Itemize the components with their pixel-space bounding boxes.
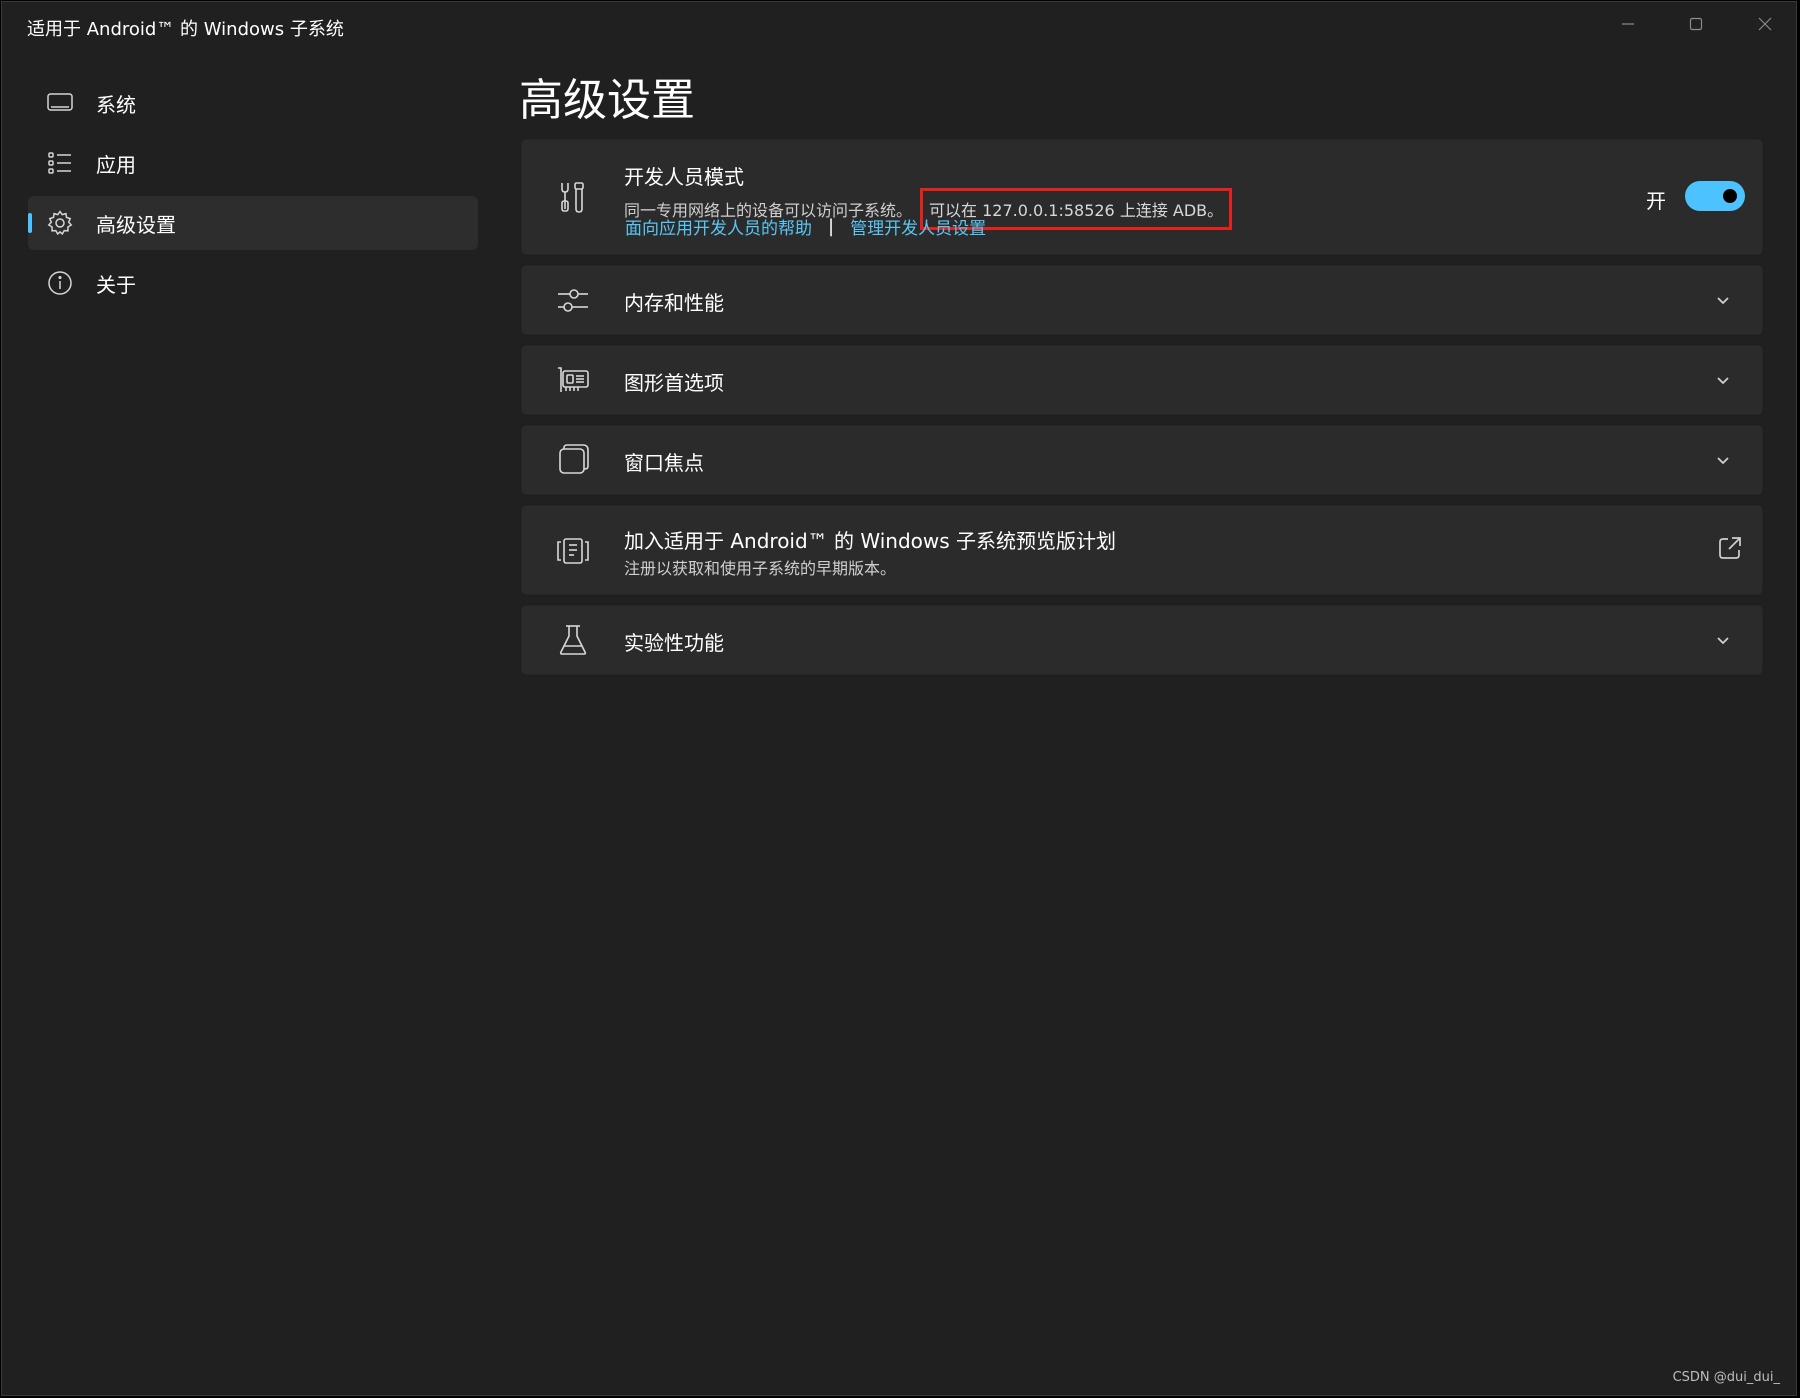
preview-icon (555, 533, 591, 569)
title-bar: 适用于 Android™ 的 Windows 子系统 (2, 2, 1796, 54)
window-focus-title: 窗口焦点 (624, 451, 704, 475)
window-focus-icon (555, 442, 591, 478)
minimize-icon (1620, 16, 1636, 36)
watermark: CSDN @dui_dui_ (1672, 1370, 1780, 1385)
info-icon (45, 268, 75, 298)
monitor-icon (45, 88, 75, 118)
developer-mode-toggle[interactable] (1685, 181, 1745, 211)
page-title: 高级设置 (519, 75, 695, 126)
chevron-down-icon (1713, 291, 1733, 311)
sidebar-item-system[interactable]: 系统 (28, 76, 478, 130)
toggle-state-label: 开 (1646, 189, 1666, 213)
sliders-icon (555, 282, 591, 318)
flask-icon (555, 622, 591, 658)
experimental-features-card[interactable]: 实验性功能 (520, 604, 1764, 676)
sidebar-item-label: 系统 (96, 92, 136, 117)
settings-list: 开发人员模式 同一专用网络上的设备可以访问子系统。 可以在 127.0.0.1:… (520, 138, 1764, 684)
preview-program-title: 加入适用于 Android™ 的 Windows 子系统预览版计划 (624, 529, 1117, 553)
close-icon (1757, 16, 1773, 36)
window-focus-card[interactable]: 窗口焦点 (520, 424, 1764, 496)
memory-performance-card[interactable]: 内存和性能 (520, 264, 1764, 336)
external-link-icon[interactable] (1717, 535, 1743, 561)
graphics-preferences-title: 图形首选项 (624, 371, 724, 395)
sidebar-item-label: 高级设置 (96, 212, 176, 237)
tools-icon (555, 179, 591, 215)
developer-mode-card: 开发人员模式 同一专用网络上的设备可以访问子系统。 可以在 127.0.0.1:… (520, 138, 1764, 256)
sidebar-item-label: 关于 (96, 272, 136, 297)
experimental-features-title: 实验性功能 (624, 631, 724, 655)
sidebar-item-advanced-settings[interactable]: 高级设置 (28, 196, 478, 250)
graphics-preferences-card[interactable]: 图形首选项 (520, 344, 1764, 416)
preview-program-card[interactable]: 加入适用于 Android™ 的 Windows 子系统预览版计划 注册以获取和… (520, 504, 1764, 596)
chevron-down-icon (1713, 631, 1733, 651)
close-button[interactable] (1745, 10, 1785, 42)
manage-developer-settings-link[interactable]: 管理开发人员设置 (850, 214, 986, 239)
developer-help-link[interactable]: 面向应用开发人员的帮助 (625, 214, 812, 239)
maximize-button[interactable] (1676, 10, 1716, 42)
gear-icon (45, 208, 75, 238)
sidebar-item-about[interactable]: 关于 (28, 256, 478, 310)
developer-links: 面向应用开发人员的帮助 | 管理开发人员设置 (625, 214, 986, 239)
maximize-icon (1688, 16, 1704, 36)
graphics-card-icon (555, 362, 591, 398)
preview-program-subtitle: 注册以获取和使用子系统的早期版本。 (624, 559, 897, 578)
app-window: 适用于 Android™ 的 Windows 子系统 系统 应用 高级设置 关于… (1, 1, 1797, 1396)
memory-performance-title: 内存和性能 (624, 291, 724, 315)
sidebar: 系统 应用 高级设置 关于 (28, 76, 478, 316)
sidebar-item-label: 应用 (96, 152, 136, 177)
window-title: 适用于 Android™ 的 Windows 子系统 (27, 19, 344, 40)
developer-mode-title: 开发人员模式 (624, 165, 744, 189)
sidebar-item-apps[interactable]: 应用 (28, 136, 478, 190)
chevron-down-icon (1713, 371, 1733, 391)
toggle-knob (1723, 189, 1737, 203)
chevron-down-icon (1713, 451, 1733, 471)
minimize-button[interactable] (1608, 10, 1648, 42)
link-separator: | (828, 216, 835, 237)
list-icon (45, 148, 75, 178)
